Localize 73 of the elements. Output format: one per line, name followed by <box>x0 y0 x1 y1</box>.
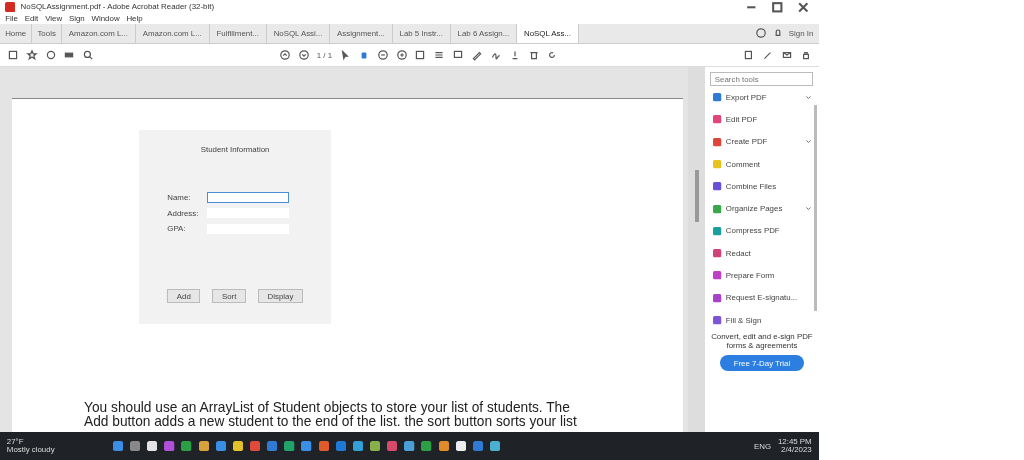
clock-date[interactable]: 2/4/2023 <box>781 446 812 455</box>
tab[interactable]: Tools <box>32 24 62 43</box>
clock-time[interactable]: 12:45 PM <box>777 437 812 447</box>
tool-item[interactable]: Fill & Sign <box>710 309 814 332</box>
menu-item[interactable]: View <box>45 14 63 24</box>
form-title: Student Information <box>200 145 270 155</box>
page-down-icon[interactable] <box>297 49 310 61</box>
tab[interactable]: NoSQL Assi... <box>266 24 331 43</box>
chevron-icon[interactable] <box>804 138 812 146</box>
tab[interactable]: Fulfillment... <box>209 24 267 43</box>
scroll-mode-icon[interactable] <box>433 49 446 61</box>
menu-item[interactable]: Sign <box>68 14 85 24</box>
zoom-out-icon[interactable] <box>376 49 389 61</box>
taskbar-app-icon[interactable] <box>404 441 415 452</box>
form-button[interactable]: Display <box>257 288 303 304</box>
search-icon[interactable] <box>82 49 95 61</box>
tab[interactable]: NoSQL Ass... <box>517 24 579 43</box>
tool-item[interactable]: Combine Files <box>710 175 814 198</box>
page-up-icon[interactable] <box>279 49 291 61</box>
tab[interactable]: Lab 5 Instr... <box>392 24 451 43</box>
menu-item[interactable]: Edit <box>24 14 39 24</box>
input-field[interactable] <box>206 192 290 203</box>
taskbar-app-icon[interactable] <box>198 441 209 452</box>
taskbar-app-icon[interactable] <box>232 441 244 452</box>
menu-item[interactable]: Window <box>91 14 120 24</box>
form-button[interactable]: Add <box>167 288 201 304</box>
tab[interactable]: Amazon.com L... <box>135 24 210 43</box>
page-number[interactable]: 1 / 1 <box>316 50 333 60</box>
taskbar-app-icon[interactable] <box>370 441 381 452</box>
weather-text[interactable]: Mostly cloudy <box>6 446 55 455</box>
tool-item[interactable]: Create PDF <box>710 130 814 153</box>
cursor-icon[interactable] <box>338 49 351 61</box>
taskbar-app-icon[interactable] <box>438 441 449 452</box>
taskbar-app-icon[interactable] <box>490 441 501 452</box>
tool-item[interactable]: Redact <box>710 242 814 265</box>
field-label: Name: <box>167 192 192 202</box>
zoom-in-icon[interactable] <box>395 49 408 61</box>
tool-item[interactable]: Edit PDF <box>710 108 814 131</box>
field-label: Address: <box>167 208 200 218</box>
tab[interactable]: Assignment... <box>330 24 393 43</box>
tab[interactable]: Amazon.com L... <box>61 24 136 43</box>
language-indicator[interactable]: ENG <box>754 441 772 451</box>
tool-item[interactable]: Organize Pages <box>710 197 814 220</box>
mail-icon[interactable] <box>780 49 793 61</box>
app-logo-icon <box>5 1 16 12</box>
pen-icon[interactable] <box>470 49 483 61</box>
sign-in-link[interactable]: Sign In <box>788 28 814 38</box>
chevron-icon[interactable] <box>804 93 812 101</box>
document-text: You should use an ArrayList of Student objects to store your list of students. The <box>84 401 570 415</box>
taskbar-app-icon[interactable] <box>147 441 158 452</box>
taskbar-app-icon[interactable] <box>455 441 466 452</box>
field-label: GPA: <box>167 224 187 234</box>
search-field[interactable]: Search tools <box>710 72 814 87</box>
tab[interactable]: Home <box>0 24 33 43</box>
menu-item[interactable]: File <box>5 14 18 24</box>
form-button[interactable]: Sort <box>212 288 246 304</box>
tab[interactable]: Lab 6 Assign... <box>450 24 518 43</box>
trial-button[interactable]: Free 7-Day Trial <box>719 355 804 372</box>
tool-item[interactable]: Compress PDF <box>710 219 814 243</box>
tool-item[interactable]: Prepare Form <box>710 264 814 287</box>
tool-item[interactable]: Comment <box>710 152 814 176</box>
weather-temperature[interactable]: 27°F <box>6 437 55 447</box>
promo-text: Convert, edit and e-sign PDF forms & agreements <box>710 333 814 351</box>
scrollbar-thumb[interactable] <box>695 170 699 222</box>
window-title: NoSQLAssignment.pdf - Adobe Acrobat Reader (32-bit) <box>20 2 215 12</box>
star-icon[interactable] <box>25 49 38 61</box>
tool-item[interactable]: Export PDF <box>710 86 814 109</box>
tool-item[interactable]: Request E-signatu... <box>710 286 814 309</box>
panel-scrollbar[interactable] <box>814 104 817 311</box>
chevron-icon[interactable] <box>804 205 812 213</box>
trash-icon[interactable] <box>527 49 540 61</box>
document-text: Add button adds a new student to the end of the list. the sort button sorts your list <box>84 414 578 429</box>
menu-item[interactable]: Help <box>126 14 143 24</box>
